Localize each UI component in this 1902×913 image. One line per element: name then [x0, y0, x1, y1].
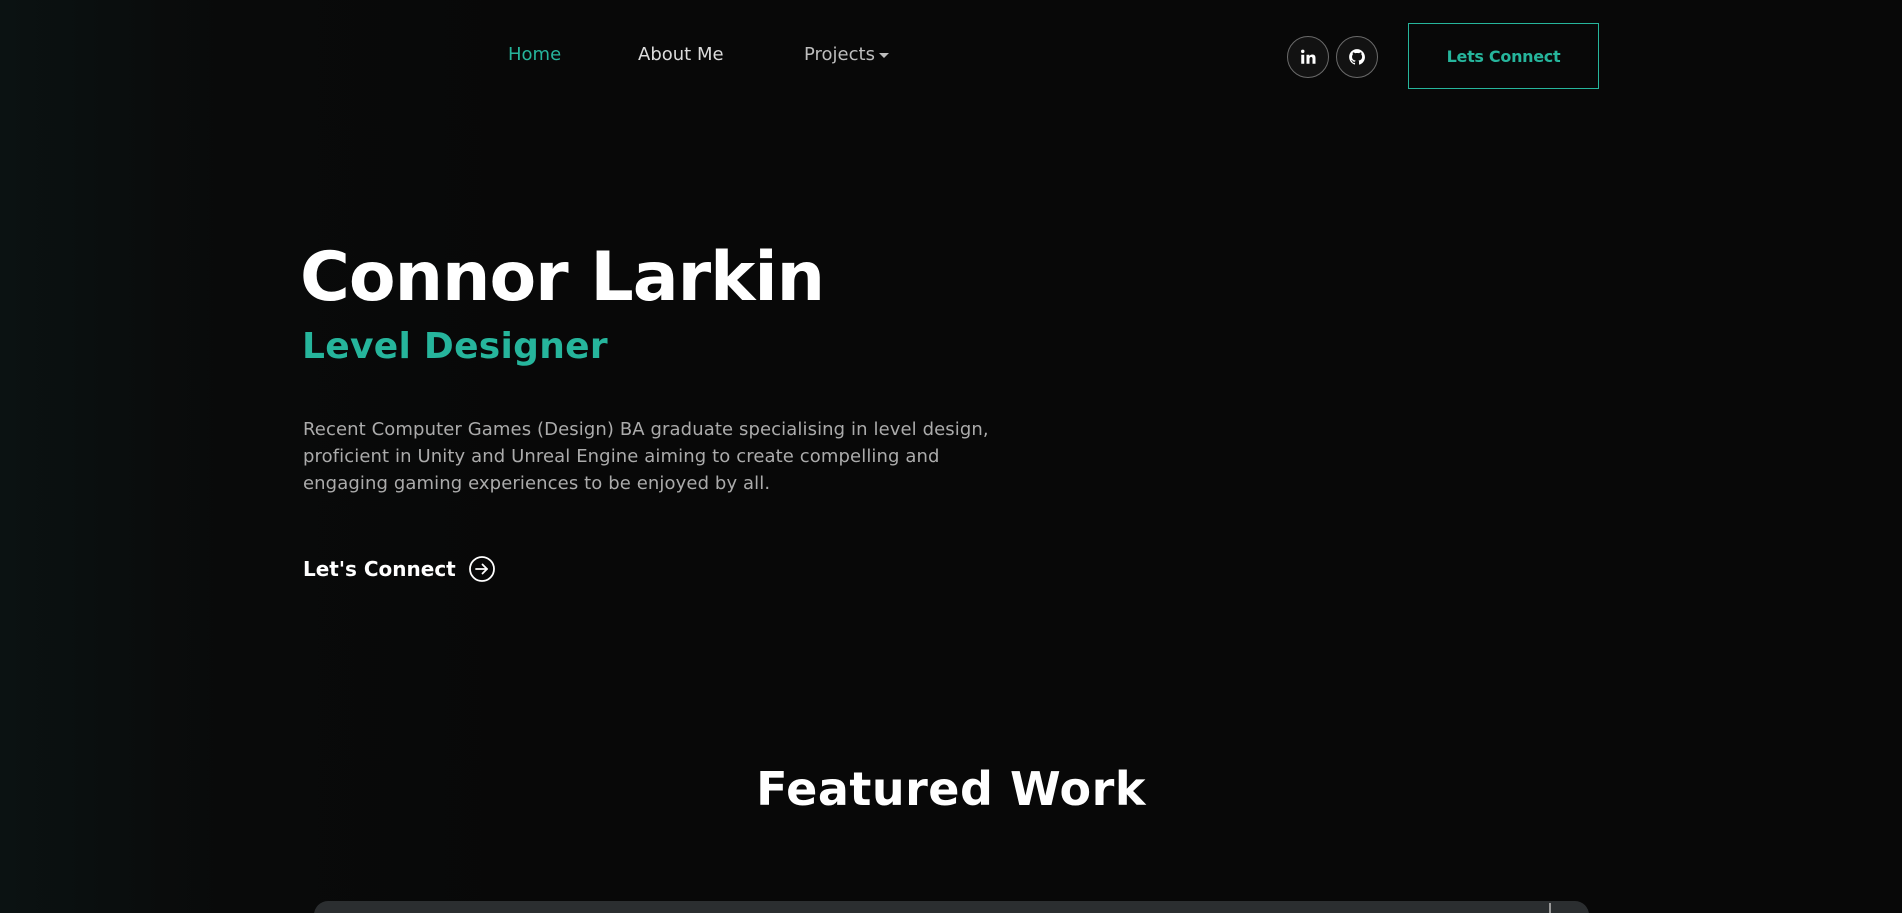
nav-link-projects-label: Projects	[804, 44, 875, 65]
linkedin-icon	[1301, 49, 1316, 64]
hero-connect-link[interactable]: Let's Connect	[303, 555, 496, 583]
featured-title: Featured Work	[756, 762, 1146, 816]
featured-card[interactable]	[314, 901, 1589, 913]
nav-link-projects[interactable]: Projects	[804, 44, 889, 65]
hero-connect-label: Let's Connect	[303, 557, 456, 581]
hero-name: Connor Larkin	[300, 238, 825, 317]
social-links	[1287, 36, 1378, 78]
lets-connect-button[interactable]: Lets Connect	[1408, 23, 1599, 89]
github-button[interactable]	[1336, 36, 1378, 78]
navbar: Home About Me Projects Lets Connect	[0, 0, 1902, 112]
card-divider	[1549, 903, 1551, 913]
github-icon	[1349, 49, 1365, 65]
chevron-down-icon	[878, 52, 889, 58]
nav-link-about-me[interactable]: About Me	[638, 44, 804, 65]
linkedin-button[interactable]	[1287, 36, 1329, 78]
hero-role: Level Designer	[302, 326, 608, 367]
nav-link-home[interactable]: Home	[508, 44, 638, 65]
hero-description: Recent Computer Games (Design) BA gradua…	[303, 419, 989, 494]
arrow-right-circle-icon	[468, 556, 495, 582]
nav-links: Home About Me Projects	[508, 44, 889, 65]
